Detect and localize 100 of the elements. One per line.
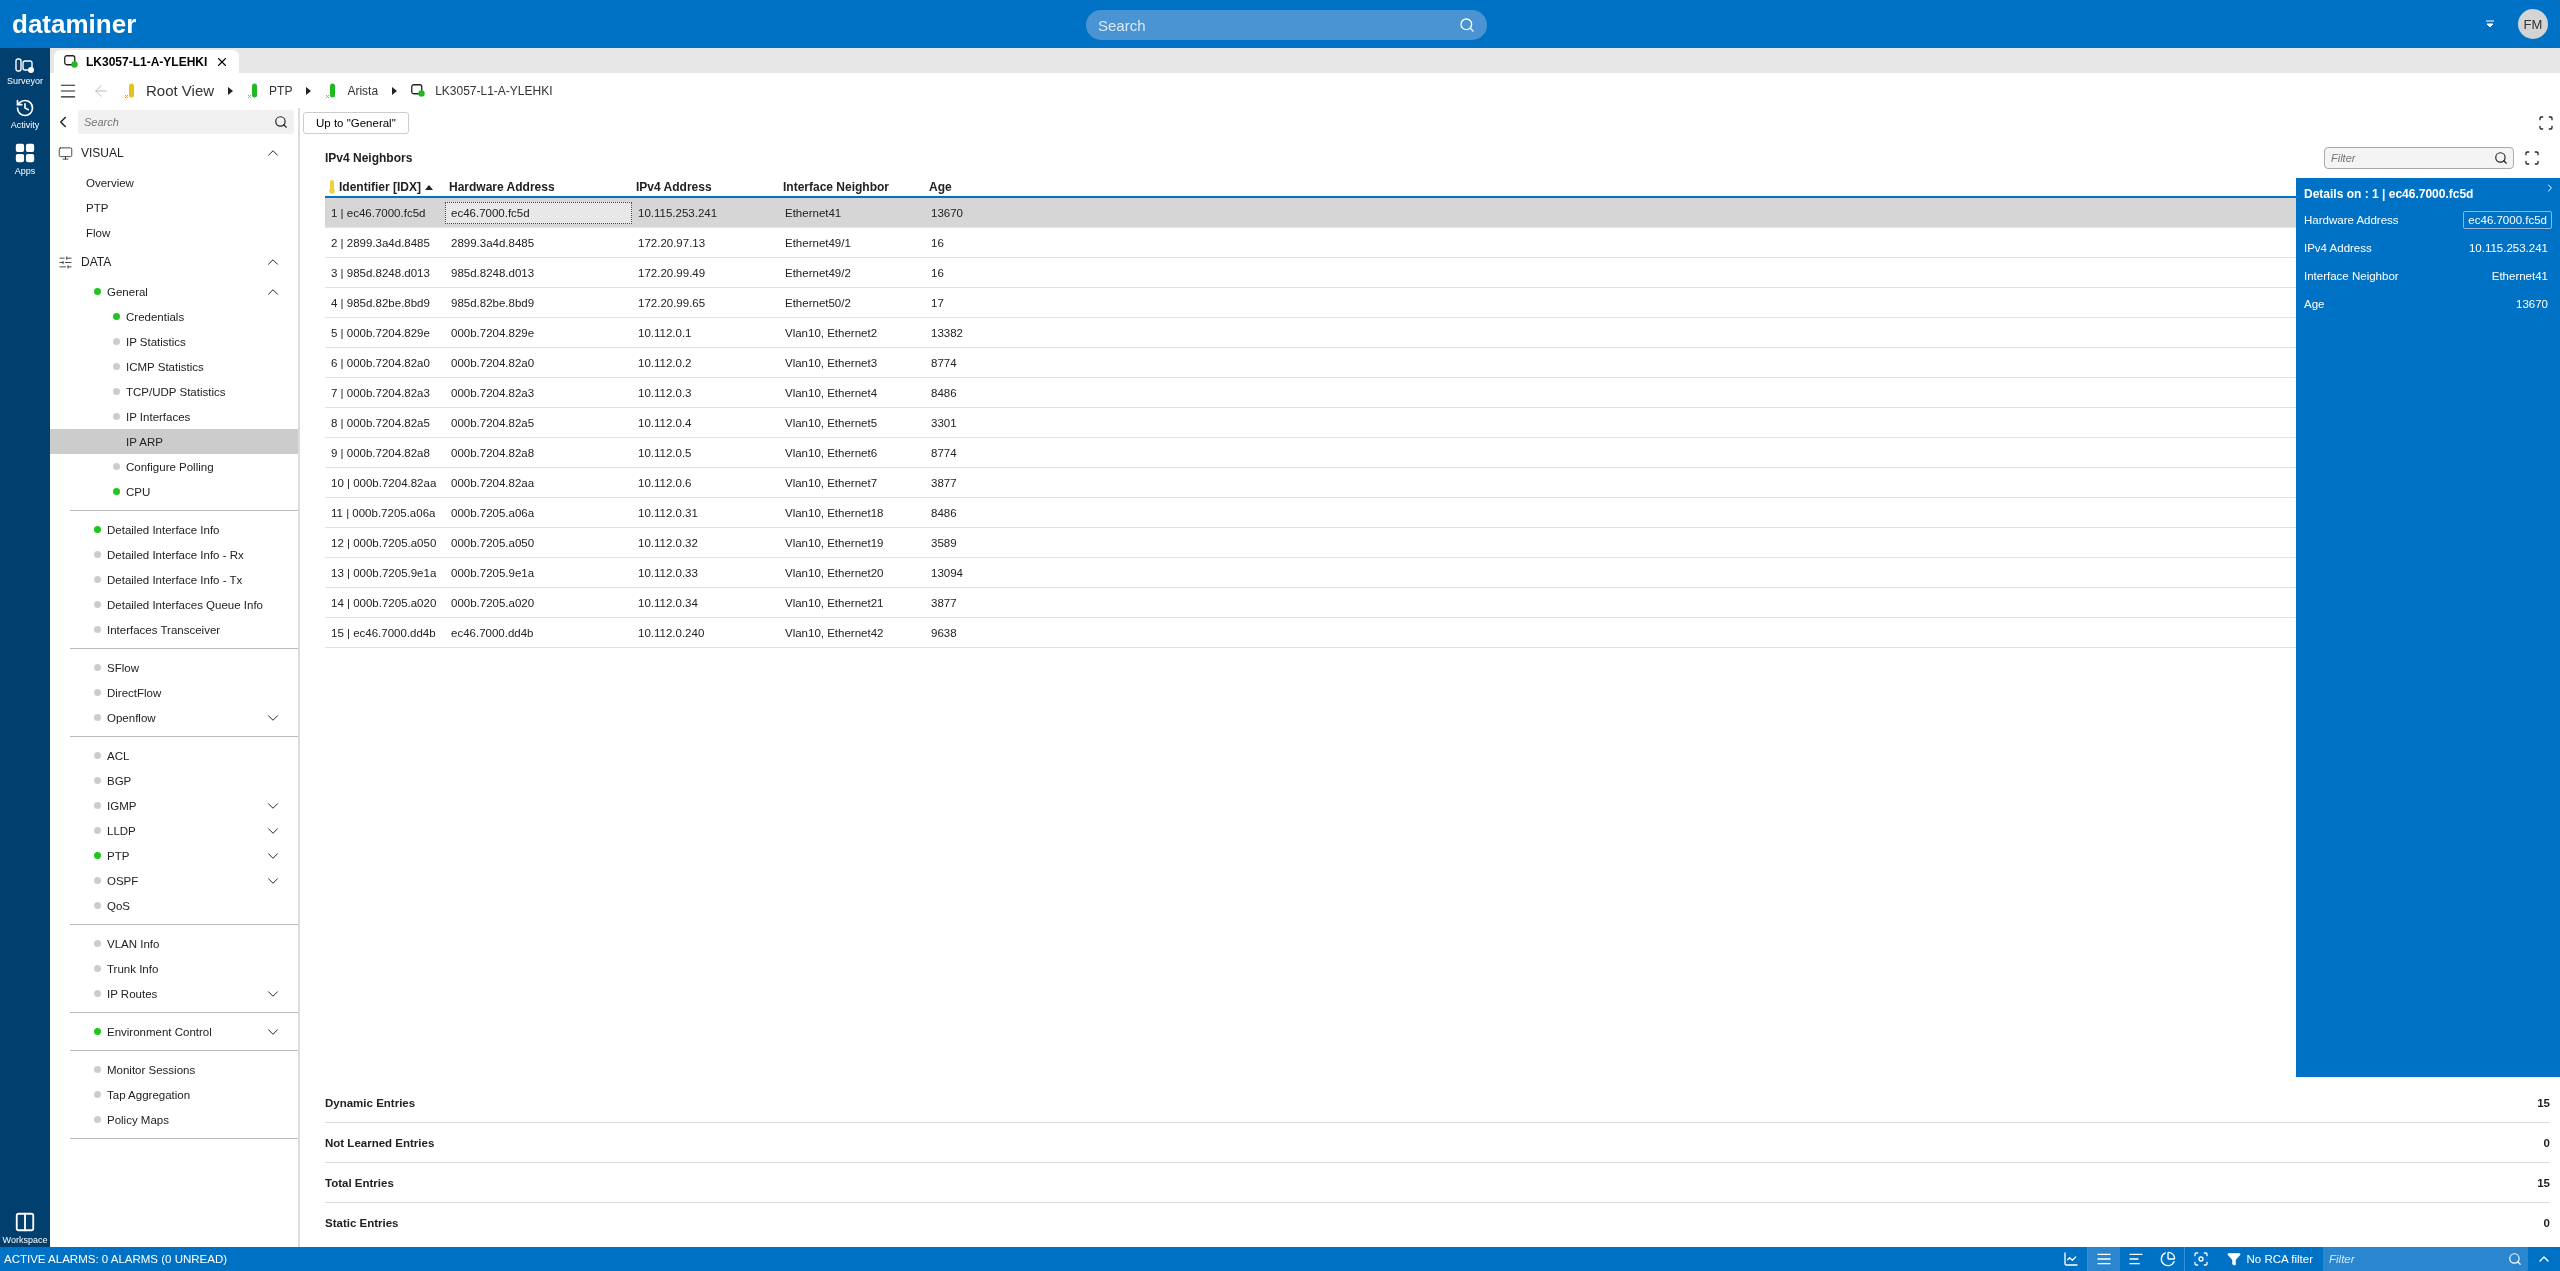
- sidebar-item[interactable]: Detailed Interface Info - Tx: [50, 567, 298, 592]
- summary-label: Static Entries: [325, 1217, 399, 1229]
- breadcrumb-link[interactable]: Arista: [325, 82, 379, 99]
- table-cell-text: 3301: [930, 415, 958, 431]
- table-row[interactable]: 12 | 000b.7205.a050 000b.7205.a050 10.112.0.32 Vlan10, Ethernet19 3589: [325, 528, 2296, 558]
- sidebar-item[interactable]: Openflow: [50, 705, 298, 730]
- sidebar-item[interactable]: VLAN Info: [50, 931, 298, 956]
- sidebar-item[interactable]: Policy Maps: [50, 1107, 298, 1132]
- table-cell-text: 172.20.97.13: [637, 235, 707, 251]
- sidebar-item[interactable]: CPU: [50, 479, 298, 504]
- element-tab[interactable]: LK3057-L1-A-YLEHKI: [54, 50, 240, 73]
- sidebar-item[interactable]: Tap Aggregation: [50, 1082, 298, 1107]
- table-row[interactable]: 6 | 000b.7204.82a0 000b.7204.82a0 10.112.0.2 Vlan10, Ethernet3 8774: [325, 348, 2296, 378]
- table-row[interactable]: 14 | 000b.7205.a020 000b.7205.a020 10.112.0.34 Vlan10, Ethernet21 3877: [325, 588, 2296, 618]
- sliders-icon: [58, 254, 73, 270]
- table-cell-text: 10.112.0.2: [637, 355, 693, 371]
- breadcrumb-link[interactable]: Root View: [124, 82, 215, 99]
- sidebar-item[interactable]: IGMP: [50, 793, 298, 818]
- sidebar-item[interactable]: IP Interfaces: [50, 404, 298, 429]
- summary-label: Dynamic Entries: [325, 1096, 416, 1109]
- column-header[interactable]: Interface Neighbor: [779, 180, 925, 194]
- details-title: Details on : 1 | ec46.7000.fc5d: [2304, 186, 2474, 203]
- nav-button[interactable]: Surveyor: [0, 56, 50, 88]
- caret-icon: [392, 86, 398, 95]
- table-cell-text: 7 | 000b.7204.82a3: [330, 385, 431, 401]
- sidebar-item[interactable]: Trunk Info: [50, 956, 298, 981]
- table-cell-text: 2 | 2899.3a4d.8485: [330, 235, 431, 251]
- sidebar-item[interactable]: IP Routes: [50, 981, 298, 1006]
- user-avatar[interactable]: FM: [2518, 9, 2548, 39]
- sidebar-item[interactable]: QoS: [50, 893, 298, 918]
- column-header[interactable]: Identifier [IDX]: [325, 180, 445, 194]
- table-cell-text: 10.112.0.32: [637, 535, 699, 551]
- sidebar-item[interactable]: Detailed Interfaces Queue Info: [50, 592, 298, 617]
- fullscreen-icon[interactable]: [2524, 150, 2540, 166]
- nav-button[interactable]: Activity: [0, 96, 50, 132]
- value-field[interactable]: ec46.7000.fc5d: [2463, 211, 2552, 229]
- breadcrumb-link[interactable]: PTP: [247, 82, 293, 99]
- table-row[interactable]: 11 | 000b.7205.a06a 000b.7205.a06a 10.112.0.31 Vlan10, Ethernet18 8486: [325, 498, 2296, 528]
- dropdown-icon[interactable]: [2486, 20, 2494, 28]
- search-field[interactable]: Search: [1086, 10, 1487, 40]
- fullscreen-icon[interactable]: [2538, 115, 2554, 131]
- table-cell-text: 000b.7205.a050: [450, 535, 536, 551]
- section-header[interactable]: VISUAL: [50, 136, 298, 170]
- sidebar-item[interactable]: Detailed Interface Info - Rx: [50, 542, 298, 567]
- table-row[interactable]: 15 | ec46.7000.dd4b ec46.7000.dd4b 10.112.0.240 Vlan10, Ethernet42 9638: [325, 618, 2296, 648]
- rca-filter-button[interactable]: No RCA filter: [2216, 1247, 2323, 1271]
- view-button[interactable]: [2087, 1247, 2120, 1271]
- sidebar-item[interactable]: Interfaces Transceiver: [50, 617, 298, 642]
- up-button[interactable]: Up to "General": [303, 112, 409, 134]
- sidebar-item[interactable]: Credentials: [50, 304, 298, 329]
- sidebar-item[interactable]: LLDP: [50, 818, 298, 843]
- sidebar-item[interactable]: IP ARP: [50, 429, 298, 454]
- column-header[interactable]: Hardware Address: [445, 180, 632, 194]
- sidebar-item[interactable]: IP Statistics: [50, 329, 298, 354]
- sidebar-item[interactable]: TCP/UDP Statistics: [50, 379, 298, 404]
- column-header[interactable]: Age: [925, 180, 1045, 194]
- summary-value: 15: [2537, 1176, 2550, 1189]
- sidebar-item[interactable]: General: [50, 279, 298, 304]
- table-row[interactable]: 9 | 000b.7204.82a8 000b.7204.82a8 10.112.0.5 Vlan10, Ethernet6 8774: [325, 438, 2296, 468]
- sidebar-item[interactable]: DirectFlow: [50, 680, 298, 705]
- table-row[interactable]: 1 | ec46.7000.fc5d ec46.7000.fc5d 10.115.253.241 Ethernet41 13670: [325, 198, 2296, 228]
- filter-field[interactable]: Filter: [2323, 1247, 2528, 1271]
- search-icon: [1459, 17, 1475, 33]
- sidebar-item[interactable]: Flow: [50, 220, 298, 245]
- breadcrumb-link[interactable]: LK3057-L1-A-YLEHKI: [411, 83, 553, 98]
- table-cell-text: Vlan10, Ethernet18: [784, 505, 885, 521]
- table-row[interactable]: 7 | 000b.7204.82a3 000b.7204.82a3 10.112.0.3 Vlan10, Ethernet4 8486: [325, 378, 2296, 408]
- sidebar-item[interactable]: ICMP Statistics: [50, 354, 298, 379]
- sidebar-item[interactable]: PTP: [50, 843, 298, 868]
- sidebar-item[interactable]: OSPF: [50, 868, 298, 893]
- sidebar-item[interactable]: BGP: [50, 768, 298, 793]
- column-header[interactable]: IPv4 Address: [632, 180, 779, 194]
- nav-button[interactable]: Workspace: [0, 1209, 50, 1247]
- section-header[interactable]: DATA: [50, 245, 298, 279]
- sidebar-item[interactable]: SFlow: [50, 655, 298, 680]
- search-field[interactable]: Search: [78, 110, 294, 134]
- table-cell-text: Vlan10, Ethernet19: [784, 535, 885, 551]
- table-cell-text: 3589: [930, 535, 958, 551]
- table-row[interactable]: 10 | 000b.7204.82aa 000b.7204.82aa 10.112.0.6 Vlan10, Ethernet7 3877: [325, 468, 2296, 498]
- sidebar-item[interactable]: Monitor Sessions: [50, 1057, 298, 1082]
- table-row[interactable]: 8 | 000b.7204.82a5 000b.7204.82a5 10.112.0.4 Vlan10, Ethernet5 3301: [325, 408, 2296, 438]
- table-row[interactable]: 5 | 000b.7204.829e 000b.7204.829e 10.112.0.1 Vlan10, Ethernet2 13382: [325, 318, 2296, 348]
- sidebar-item[interactable]: Overview: [50, 170, 298, 195]
- table-cell-text: 10.112.0.6: [637, 475, 693, 491]
- table-row[interactable]: 2 | 2899.3a4d.8485 2899.3a4d.8485 172.20.97.13 Ethernet49/1 16: [325, 228, 2296, 258]
- sidebar-item[interactable]: Configure Polling: [50, 454, 298, 479]
- table-cell-text: 000b.7204.82a0: [450, 355, 536, 371]
- sidebar-item[interactable]: Detailed Interface Info: [50, 517, 298, 542]
- table-row[interactable]: 3 | 985d.8248.d013 985d.8248.d013 172.20.99.49 Ethernet49/2 16: [325, 258, 2296, 288]
- table-row[interactable]: 13 | 000b.7205.9e1a 000b.7205.9e1a 10.112.0.33 Vlan10, Ethernet20 13094: [325, 558, 2296, 588]
- caret-icon: [306, 86, 312, 95]
- sidebar-item[interactable]: Environment Control: [50, 1019, 298, 1044]
- sidebar-item[interactable]: PTP: [50, 195, 298, 220]
- table-row[interactable]: 4 | 985d.82be.8bd9 985d.82be.8bd9 172.20.99.65 Ethernet50/2 17: [325, 288, 2296, 318]
- nav-button[interactable]: Apps: [0, 140, 50, 178]
- sidebar-item[interactable]: ACL: [50, 743, 298, 768]
- filter-field[interactable]: Filter: [2324, 147, 2514, 169]
- table-cell-text: 000b.7204.82a5: [450, 415, 536, 431]
- sort-icon: [2127, 1251, 2144, 1267]
- table-cell-text: 985d.82be.8bd9: [450, 295, 536, 311]
